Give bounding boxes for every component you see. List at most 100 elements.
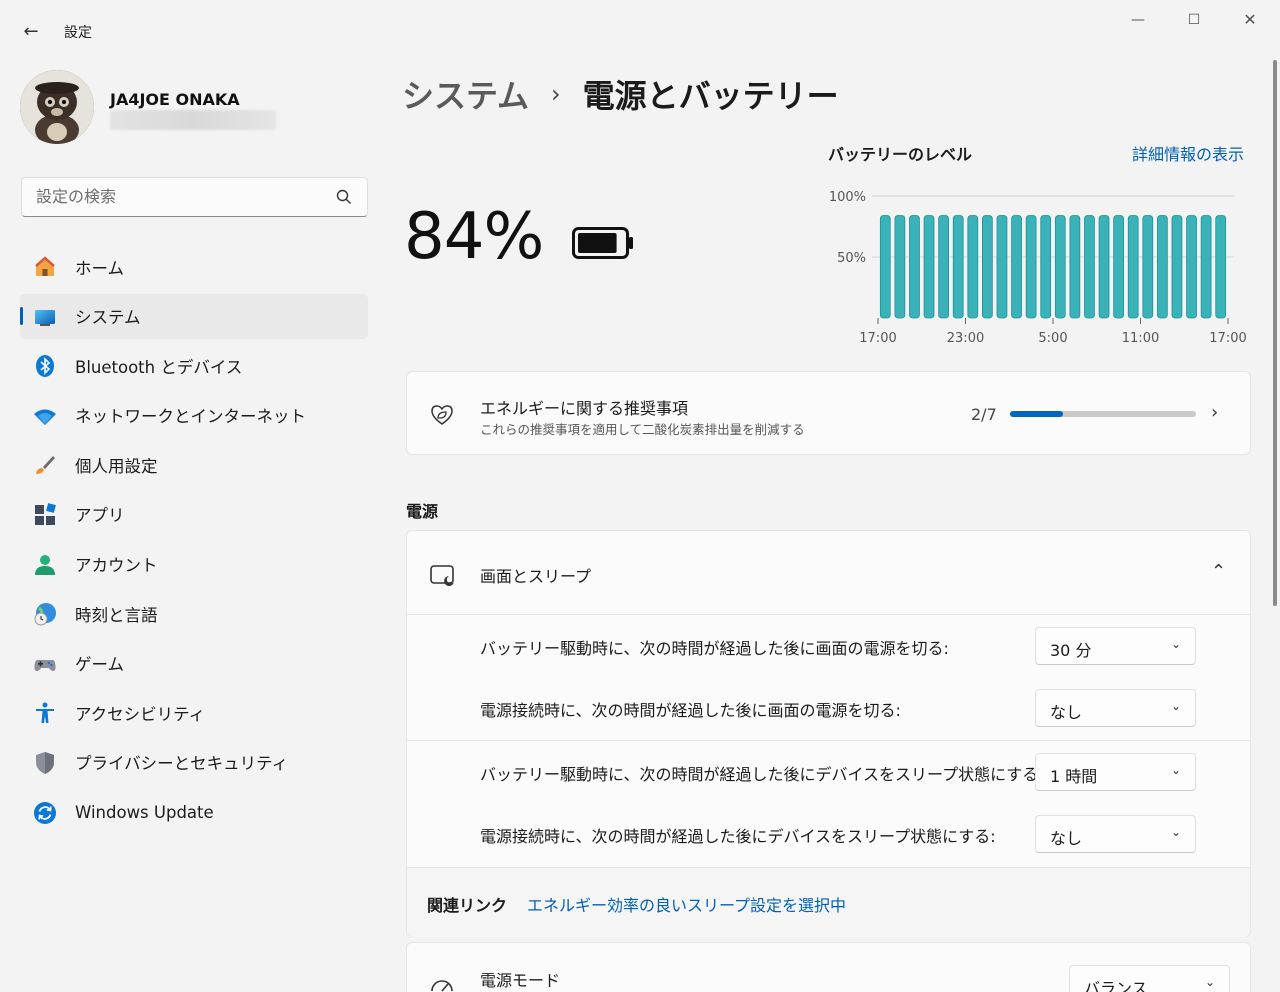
maximize-button[interactable]: ☐: [1172, 8, 1216, 34]
chart-bar: [1054, 215, 1066, 319]
dropdown-value: 1 時間: [1050, 767, 1098, 786]
search-input[interactable]: [36, 187, 326, 206]
back-arrow-icon: ←: [23, 21, 39, 42]
details-link[interactable]: 詳細情報の表示: [1132, 141, 1244, 165]
back-button[interactable]: ←: [18, 20, 44, 44]
settings-search[interactable]: [21, 177, 368, 217]
account-icon: [35, 554, 55, 575]
brush-icon: [36, 456, 55, 475]
setting-row-battery-screen-off: バッテリー駆動時に、次の時間が経過した後に画面の電源を切る: 30 分 ⌄: [407, 615, 1250, 677]
dropdown-value: 30 分: [1050, 641, 1092, 660]
sidebar-item-accessibility[interactable]: アクセシビリティ: [20, 690, 368, 735]
app-title: 設定: [64, 25, 92, 41]
setting-label: バッテリー駆動時に、次の時間が経過した後にデバイスをスリープ状態にする:: [480, 765, 1044, 784]
chart-bar: [1157, 215, 1168, 319]
update-icon: [34, 801, 56, 824]
scrollbar[interactable]: [1273, 60, 1277, 606]
sidebar-item-gaming[interactable]: ゲーム: [20, 641, 368, 686]
chevron-down-icon: ⌄: [1170, 699, 1181, 713]
sidebar-item-label: ネットワークとインターネット: [75, 407, 306, 427]
sidebar-item-apps[interactable]: アプリ: [20, 492, 368, 537]
energy-recommendations-card[interactable]: エネルギーに関する推奨事項 これらの推奨事項を適用して二酸化炭素排出量を削減する…: [406, 371, 1251, 455]
chevron-down-icon: ⌄: [1170, 637, 1181, 651]
battery-icon: [572, 227, 633, 259]
energy-progress-fill: [1010, 411, 1064, 417]
battery-percentage: 84%: [404, 200, 544, 274]
sidebar-item-bluetooth[interactable]: Bluetooth とデバイス: [20, 343, 368, 388]
chart-x-tick-label: 11:00: [1122, 331, 1159, 346]
sidebar-item-personalization[interactable]: 個人用設定: [20, 442, 368, 487]
dropdown-value: なし: [1050, 703, 1083, 722]
bluetooth-icon: [36, 355, 54, 378]
chart-bar: [952, 215, 964, 319]
chevron-down-icon: ⌄: [1170, 825, 1181, 839]
user-profile[interactable]: JA4JOE ONAKA: [20, 70, 370, 150]
user-name: JA4JOE ONAKA: [110, 90, 240, 109]
screen-sleep-icon: [430, 565, 454, 586]
plugged-sleep-dropdown[interactable]: なし ⌄: [1035, 815, 1196, 853]
energy-efficient-sleep-link[interactable]: エネルギー効率の良いスリープ設定を選択中: [527, 892, 846, 916]
screen-sleep-header[interactable]: 画面とスリープ ⌃: [407, 531, 1250, 615]
chart-x-tick-label: 17:00: [1209, 331, 1246, 346]
chevron-down-icon: ⌄: [1204, 975, 1215, 989]
chart-bar: [1127, 215, 1139, 319]
battery-sleep-dropdown[interactable]: 1 時間 ⌄: [1035, 753, 1196, 791]
setting-label: 電源接続時に、次の時間が経過した後にデバイスをスリープ状態にする:: [480, 827, 996, 846]
apps-icon: [35, 503, 56, 525]
chart-bar: [1200, 215, 1212, 319]
sidebar-item-label: ホーム: [75, 258, 125, 278]
close-icon: ✕: [1243, 10, 1257, 29]
chart-bar: [1098, 215, 1110, 319]
sidebar-item-home[interactable]: ホーム: [20, 244, 368, 289]
chart-bar: [982, 215, 993, 319]
chart-bar: [938, 215, 949, 319]
chart-bar: [909, 215, 920, 319]
close-button[interactable]: ✕: [1228, 8, 1272, 34]
chart-bar: [1069, 215, 1081, 319]
plugged-screen-off-dropdown[interactable]: なし ⌄: [1035, 689, 1196, 727]
title-bar: ← 設定 — ☐ ✕: [0, 0, 1280, 60]
sidebar-item-system[interactable]: システム: [20, 293, 368, 339]
chart-bar: [1142, 215, 1154, 319]
gamepad-icon: [34, 659, 56, 671]
chart-bar: [1186, 215, 1197, 319]
chart-x-tick-label: 23:00: [947, 331, 984, 346]
chart-bar: [1040, 215, 1052, 319]
energy-title: エネルギーに関する推奨事項: [480, 399, 689, 418]
sidebar-item-accounts[interactable]: アカウント: [20, 542, 368, 587]
chart-bar: [1084, 215, 1095, 319]
sidebar-item-label: Bluetooth とデバイス: [75, 357, 243, 377]
setting-label: 電源接続時に、次の時間が経過した後に画面の電源を切る:: [480, 701, 901, 720]
minimize-icon: —: [1131, 12, 1145, 28]
chevron-up-icon[interactable]: ⌃: [1211, 561, 1226, 582]
sidebar-item-windows-update[interactable]: Windows Update: [20, 790, 368, 835]
power-mode-dropdown[interactable]: バランス ⌄: [1069, 965, 1230, 992]
avatar[interactable]: [20, 70, 94, 144]
chart-bar: [967, 215, 979, 319]
chart-bar: [1113, 215, 1124, 319]
sidebar-item-label: 時刻と言語: [75, 605, 158, 625]
sidebar-item-network[interactable]: ネットワークとインターネット: [20, 393, 368, 438]
chart-bar: [1011, 215, 1022, 319]
minimize-button[interactable]: —: [1116, 8, 1160, 34]
sidebar-item-label: アカウント: [75, 556, 158, 576]
power-mode-card: 電源モード バランス ⌄: [406, 942, 1251, 992]
chevron-down-icon: ⌄: [1170, 763, 1181, 777]
chart-x-tick-label: 17:00: [859, 331, 896, 346]
page-title: 電源とバッテリー: [582, 77, 839, 115]
chart-bar: [1171, 215, 1183, 319]
breadcrumb-separator: ›: [551, 80, 561, 108]
sidebar-item-time-language[interactable]: 時刻と言語: [20, 591, 368, 636]
home-icon: [35, 256, 55, 276]
sidebar-nav: ホーム システム Bluetooth とデバイス ネットワークとインターネット …: [20, 244, 368, 839]
chart-bar: [879, 215, 891, 319]
chart-title: バッテリーのレベル: [828, 145, 973, 164]
chevron-right-icon: ›: [1211, 402, 1219, 423]
search-icon[interactable]: [335, 188, 353, 206]
sidebar-item-privacy[interactable]: プライバシーとセキュリティ: [20, 740, 368, 785]
breadcrumb-parent[interactable]: システム: [402, 71, 529, 117]
battery-screen-off-dropdown[interactable]: 30 分 ⌄: [1035, 627, 1196, 665]
system-icon: [35, 309, 55, 326]
chart-bar: [923, 215, 935, 319]
chart-bar: [996, 215, 1008, 319]
